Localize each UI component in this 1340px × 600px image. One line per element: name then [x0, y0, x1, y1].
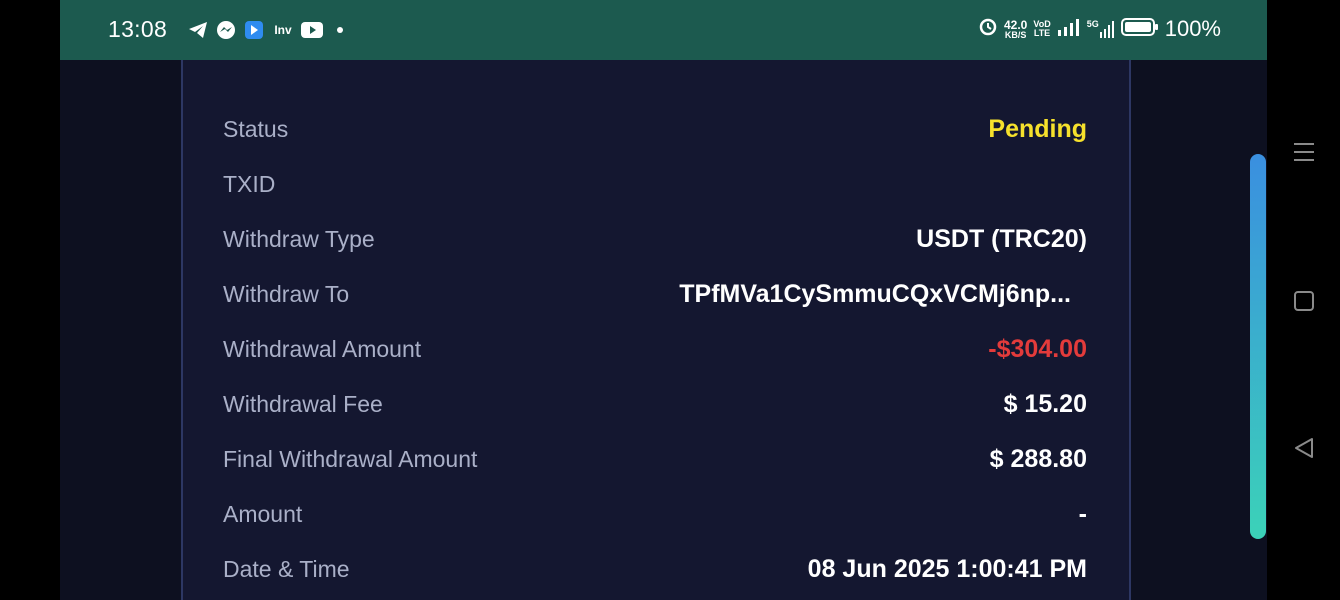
net-speed: 42.0 KB/S: [1004, 17, 1028, 40]
row-txid: TXID: [223, 164, 1087, 204]
dot-icon: [336, 20, 344, 40]
row-final-amount: Final Withdrawal Amount $ 288.80: [223, 439, 1087, 479]
app-screen: 13:08 Inv 42.0 KB/S VoD LTE 5G 100% Stat…: [60, 0, 1267, 600]
battery-icon: [1120, 16, 1159, 42]
withdrawal-fee-value: $ 15.20: [1003, 390, 1087, 418]
alarm-icon: [978, 16, 998, 42]
status-right-group: 42.0 KB/S VoD LTE 5G 100%: [978, 16, 1221, 42]
status-value: Pending: [988, 115, 1087, 143]
row-status: Status Pending: [223, 109, 1087, 149]
telegram-icon: [188, 20, 208, 40]
battery-percent: 100%: [1164, 16, 1221, 41]
withdraw-type-value: USDT (TRC20): [916, 225, 1087, 253]
row-withdrawal-fee: Withdrawal Fee $ 15.20: [223, 384, 1087, 424]
row-amount: Amount -: [223, 494, 1087, 534]
inv-icon: Inv: [274, 23, 292, 37]
status-bar: 13:08 Inv 42.0 KB/S VoD LTE 5G 100%: [60, 0, 1267, 60]
network-5g: 5G: [1087, 20, 1115, 38]
signal-icon: [1057, 16, 1081, 42]
final-amount-value: $ 288.80: [989, 445, 1087, 473]
final-amount-label: Final Withdrawal Amount: [223, 446, 478, 472]
amount-label: Amount: [223, 501, 303, 527]
back-icon[interactable]: [1291, 435, 1317, 461]
withdraw-type-label: Withdraw Type: [223, 226, 375, 252]
volte-indicator: VoD LTE: [1033, 19, 1051, 38]
status-label: Status: [223, 116, 289, 142]
withdrawal-amount-value: -$304.00: [988, 335, 1087, 363]
date-time-value: 08 Jun 2025 1:00:41 PM: [807, 555, 1087, 583]
system-nav-bar: [1267, 0, 1340, 600]
withdraw-to-address[interactable]: TPfMVa1CySmmuCQxVCMj6np...: [679, 274, 1071, 314]
row-date-time: Date & Time 08 Jun 2025 1:00:41 PM: [223, 549, 1087, 589]
amount-value: -: [1078, 500, 1087, 528]
home-icon[interactable]: [1291, 288, 1317, 314]
withdraw-to-label: Withdraw To: [223, 281, 350, 307]
youtube-icon: [301, 20, 323, 40]
scrollbar[interactable]: [1250, 154, 1266, 539]
withdrawal-amount-label: Withdrawal Amount: [223, 336, 422, 362]
row-withdraw-type: Withdraw Type USDT (TRC20): [223, 219, 1087, 259]
messenger-icon: [216, 20, 236, 40]
txid-label: TXID: [223, 171, 276, 197]
row-withdrawal-amount: Withdrawal Amount -$304.00: [223, 329, 1087, 369]
withdrawal-fee-label: Withdrawal Fee: [223, 391, 383, 417]
app-icon: [244, 20, 264, 40]
date-time-label: Date & Time: [223, 556, 350, 582]
menu-icon[interactable]: [1291, 139, 1317, 165]
status-time: 13:08: [108, 16, 168, 42]
withdrawal-details-panel: Status Pending TXID Withdraw Type USDT (…: [181, 60, 1131, 600]
row-withdraw-to: Withdraw To TPfMVa1CySmmuCQxVCMj6np...: [223, 274, 1087, 314]
